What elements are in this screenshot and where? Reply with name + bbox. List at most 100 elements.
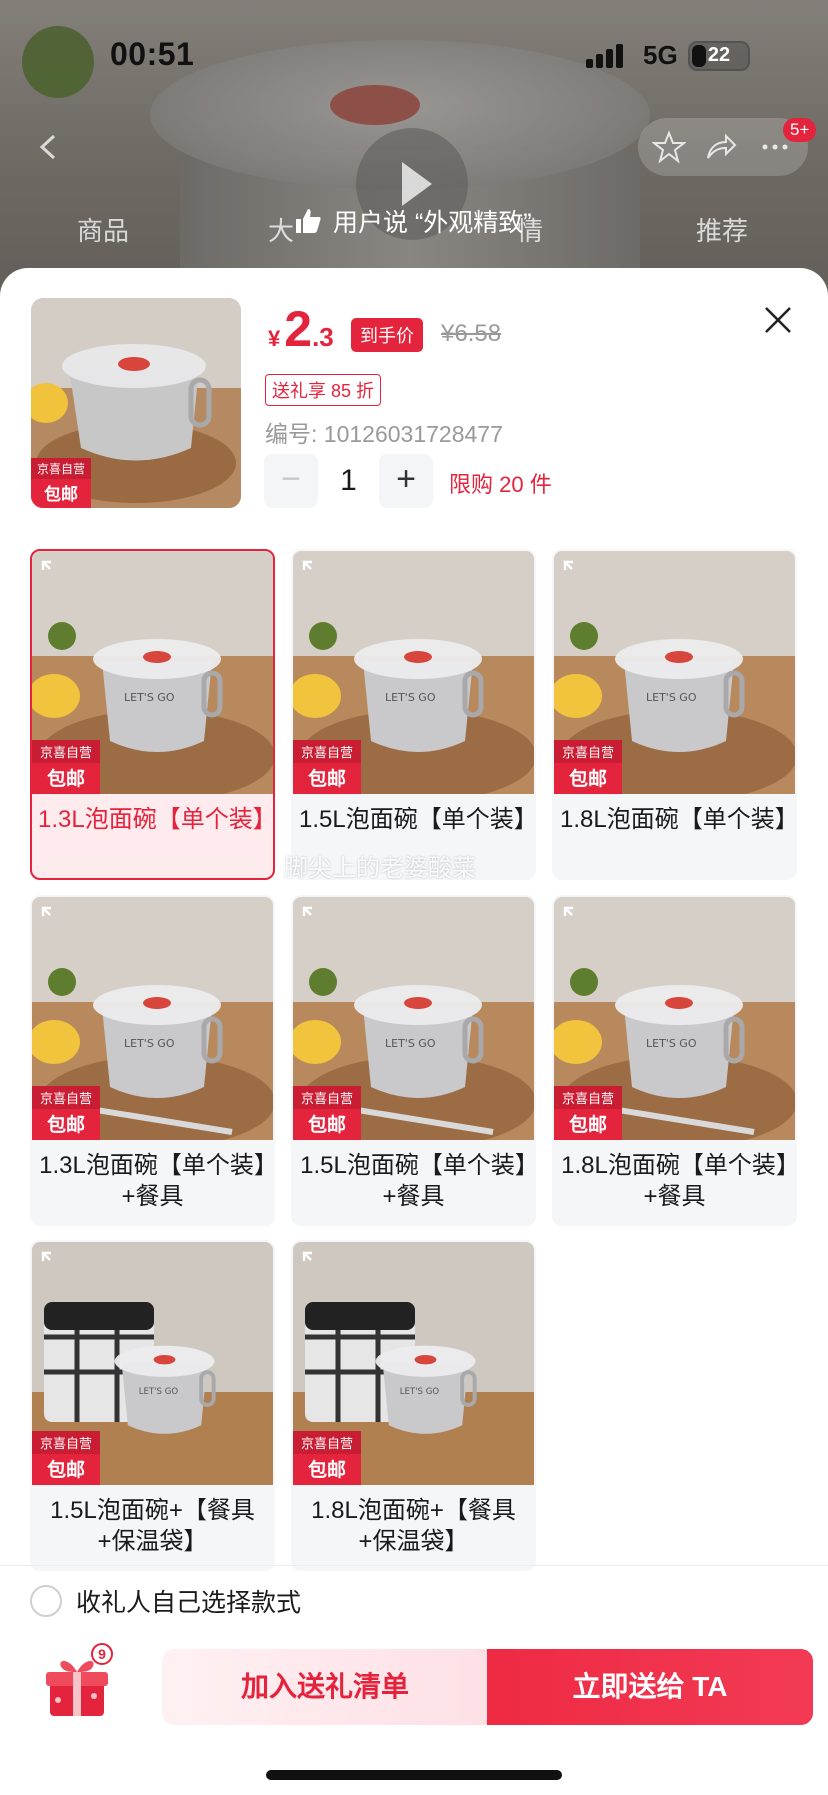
home-indicator[interactable] [266,1770,562,1780]
battery-level: 22 [707,44,731,66]
badge-free-shipping: 包邮 [307,1460,346,1481]
variant-photo: LET'S GO 京喜自营 包邮 [293,1242,534,1485]
price: ¥ 2 .3 [268,304,334,354]
self-operated-badge: 京喜自营 包邮 [554,1086,622,1140]
svg-text:LET'S GO: LET'S GO [139,1387,179,1397]
recipient-choose-label: 收礼人自己选择款式 [76,1589,302,1617]
variant-photo: LET'S GO 京喜自营 包邮 [32,551,273,794]
price-integer: 2 [284,301,313,357]
sku-number: 编号: 10126031728477 [265,415,503,449]
variant-option[interactable]: LET'S GO 京喜自营 包邮 1.8L泡面碗【单个装】+餐具 [552,895,797,1226]
svg-text:LET'S GO: LET'S GO [124,691,175,704]
thumbs-up-icon [296,209,321,233]
badge-free-shipping: 包邮 [307,769,346,790]
status-time: 00:51 [110,36,195,72]
sku-label: 编号: [265,421,318,447]
sku-value: 10126031728477 [323,421,503,447]
variant-option[interactable]: LET'S GO 京喜自营 包邮 1.5L泡面碗+【餐具+保温袋】 [30,1240,275,1571]
badge-self-operated: 京喜自营 [32,740,100,763]
badge-free-shipping: 包邮 [44,485,78,504]
variant-label: 1.8L泡面碗【单个装】+餐具 [561,1152,788,1210]
svg-text:LET'S GO: LET'S GO [646,691,697,704]
badge-self-operated: 京喜自营 [32,1086,100,1109]
tab-big[interactable]: 大 [268,211,294,248]
badge-self-operated: 京喜自营 [554,740,622,763]
badge-self-operated: 京喜自营 [32,1431,100,1454]
add-to-gift-list-button[interactable]: 加入送礼清单 [162,1649,488,1725]
self-operated-badge: 京喜自营 包邮 [31,458,91,508]
svg-text:LET'S GO: LET'S GO [646,1037,697,1050]
expand-icon[interactable] [40,1250,66,1276]
chevron-left-icon [39,134,56,160]
self-operated-badge: 京喜自营 包邮 [554,740,622,794]
purchase-limit: 限购 20 件 [449,472,552,497]
final-price-tag: 到手价 [351,318,423,352]
gift-discount-tag: 送礼享 85 折 [265,374,382,406]
variant-photo: LET'S GO 京喜自营 包邮 [554,897,795,1140]
quantity-value[interactable]: 1 [318,454,379,508]
quantity-plus-button[interactable]: + [379,454,433,508]
expand-icon[interactable] [301,905,327,931]
expand-icon[interactable] [40,559,66,585]
variant-label: 1.8L泡面碗+【餐具+保温袋】 [311,1497,516,1555]
tab-recommend[interactable]: 推荐 [696,211,748,248]
variant-option[interactable]: LET'S GO 京喜自营 包邮 1.8L泡面碗【单个装】 [552,549,797,880]
tab-goods[interactable]: 商品 [77,211,129,248]
close-icon[interactable] [758,300,798,340]
network-type: 5G [643,40,678,70]
price-decimal: .3 [312,322,334,352]
svg-text:LET'S GO: LET'S GO [385,1037,436,1050]
self-operated-badge: 京喜自营 包邮 [32,1086,100,1140]
variant-label: 1.5L泡面碗【单个装】+餐具 [300,1152,527,1210]
svg-text:LET'S GO: LET'S GO [385,691,436,704]
variant-photo: LET'S GO 京喜自营 包邮 [32,897,273,1140]
self-operated-badge: 京喜自营 包邮 [293,740,361,794]
variant-label: 1.5L泡面碗+【餐具+保温袋】 [50,1497,255,1555]
user-says-pill: 用户说 “外观精致” [293,196,532,246]
self-operated-badge: 京喜自营 包邮 [293,1086,361,1140]
badge-free-shipping: 包邮 [46,1115,85,1136]
variant-option[interactable]: LET'S GO 京喜自营 包邮 1.8L泡面碗+【餐具+保温袋】 [291,1240,536,1571]
badge-free-shipping: 包邮 [568,1115,607,1136]
watermark-text: 脚尖上的老婆酸菜 [284,855,476,882]
expand-icon[interactable] [301,1250,327,1276]
back-button[interactable] [26,118,72,176]
expand-icon[interactable] [562,559,588,585]
original-price: ¥6.58 [441,320,502,347]
star-icon[interactable] [652,130,686,164]
variant-photo: LET'S GO 京喜自营 包邮 [293,897,534,1140]
share-icon[interactable] [704,130,738,164]
expand-icon[interactable] [562,905,588,931]
variant-option[interactable]: LET'S GO 京喜自营 包邮 1.3L泡面碗【单个装】+餐具 [30,895,275,1226]
send-gift-button[interactable]: 立即送给 TA [487,1649,813,1725]
variant-label: 1.3L泡面碗【单个装】 [38,806,275,833]
badge-free-shipping: 包邮 [46,1460,85,1481]
variant-option[interactable]: LET'S GO 京喜自营 包邮 1.5L泡面碗【单个装】 [291,549,536,880]
badge-self-operated: 京喜自营 [293,1086,361,1109]
price-currency: ¥ [268,326,281,351]
self-operated-badge: 京喜自营 包邮 [32,1431,100,1485]
recipient-choose-option[interactable]: 收礼人自己选择款式 [30,1583,301,1619]
badge-self-operated: 京喜自营 [293,740,361,763]
gift-list-count-badge: 9 [91,1643,113,1665]
battery-icon: 22 [688,41,750,71]
message-count-badge: 5+ [783,118,817,142]
status-bar: 00:51 5G 22 [0,0,828,110]
expand-icon[interactable] [40,905,66,931]
svg-text:LET'S GO: LET'S GO [400,1387,440,1397]
user-says-text: 用户说 “外观精致” [333,209,532,237]
radio-button[interactable] [30,1585,62,1617]
variant-photo: LET'S GO 京喜自营 包邮 [554,551,795,794]
svg-text:LET'S GO: LET'S GO [124,1037,175,1050]
badge-self-operated: 京喜自营 [293,1431,361,1454]
signal-icon [586,42,630,68]
quantity-minus-button[interactable]: − [264,454,318,508]
badge-self-operated: 京喜自营 [554,1086,622,1109]
variant-option[interactable]: LET'S GO 京喜自营 包邮 1.5L泡面碗【单个装】+餐具 [291,895,536,1226]
expand-icon[interactable] [301,559,327,585]
variant-option[interactable]: LET'S GO 京喜自营 包邮 1.3L泡面碗【单个装】 [30,549,275,880]
badge-free-shipping: 包邮 [46,769,85,790]
self-operated-badge: 京喜自营 包邮 [293,1431,361,1485]
product-thumbnail[interactable]: 京喜自营 包邮 [31,298,241,508]
variant-label: 1.3L泡面碗【单个装】+餐具 [39,1152,266,1210]
